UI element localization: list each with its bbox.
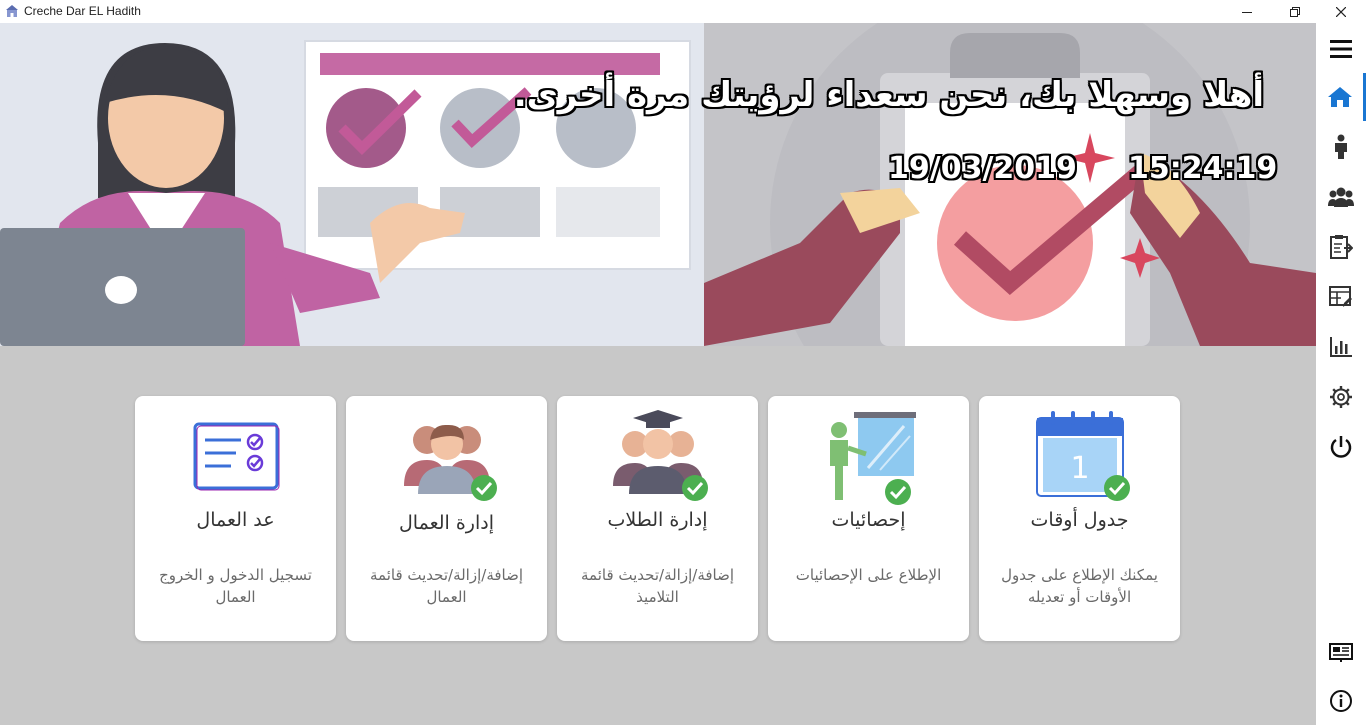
card-description: إضافة/إزالة/تحديث قائمة التلاميذ [580,566,735,606]
card-workers-management[interactable]: إدارة العمال إضافة/إزالة/تحديث قائمة الع… [346,396,547,641]
sidebar-item-logout[interactable] [1316,423,1366,471]
workers-icon [403,424,497,501]
menu-button[interactable] [1316,25,1366,73]
card-title: عد العمال [196,509,275,531]
checklist-icon [193,422,279,491]
app-logo-icon [6,5,18,17]
card-description: الإطلاع على الإحصائيات [795,566,942,584]
card-description: إضافة/إزالة/تحديث قائمة العمال [369,566,524,606]
settings-icon [1330,386,1352,408]
restore-button[interactable] [1272,0,1318,23]
calendar-icon: 1 [1035,411,1130,501]
sidebar-item-home[interactable] [1316,73,1366,121]
presentation-board-icon [1329,643,1353,662]
current-time: 15:24:19 [1128,151,1278,186]
card-title: إدارة العمال [399,512,494,534]
child-icon [1335,134,1347,159]
close-icon [1336,6,1346,17]
sidebar-item-board[interactable] [1316,629,1366,677]
home-icon [1327,87,1352,107]
power-icon [1330,436,1352,458]
card-schedule[interactable]: 1 جدول أوقات يمكنك الإطلاع على جدول الأو… [979,396,1180,641]
card-title: جدول أوقات [1030,509,1129,531]
presentation-icon [829,412,916,505]
hero-illustration [0,23,1316,346]
close-button[interactable] [1318,0,1364,23]
chart-icon [1330,337,1352,357]
group-icon [1328,187,1354,207]
minimize-icon [1242,11,1252,13]
minimize-button[interactable] [1224,0,1270,23]
card-description: تسجيل الدخول و الخروج العمال [159,566,312,606]
hero-banner: أهلا وسهلا بك، نحن سعداء لرؤيتك مرة أخرى… [0,23,1316,346]
restore-icon [1290,6,1300,17]
window-title: Creche Dar EL Hadith [24,4,141,18]
card-title: إحصائيات [831,509,906,531]
sidebar-item-attendance[interactable] [1316,223,1366,271]
clipboard-icon [1330,235,1353,259]
menu-icon [1330,40,1352,58]
sidebar-item-about[interactable] [1316,677,1366,725]
sidebar-nav [1316,23,1366,725]
card-description: يمكنك الإطلاع على جدول الأوقات أو تعديله [1001,566,1158,606]
card-worker-attendance[interactable]: عد العمال تسجيل الدخول و الخروج العمال [135,396,336,641]
card-students-management[interactable]: إدارة الطلاب إضافة/إزالة/تحديث قائمة الت… [557,396,758,641]
card-title: إدارة الطلاب [607,509,708,531]
title-bar: Creche Dar EL Hadith [0,0,1366,23]
sidebar-item-groups[interactable] [1316,173,1366,221]
welcome-message: أهلا وسهلا بك، نحن سعداء لرؤيتك مرة أخرى… [513,75,1264,115]
current-date: 19/03/2019 [888,151,1077,186]
info-icon [1330,690,1352,712]
svg-text:1: 1 [1070,451,1089,486]
schedule-edit-icon [1329,286,1352,307]
sidebar-item-schedule[interactable] [1316,273,1366,321]
card-statistics[interactable]: إحصائيات الإطلاع على الإحصائيات [768,396,969,641]
sidebar-item-settings[interactable] [1316,373,1366,421]
sidebar-item-children[interactable] [1316,123,1366,171]
students-icon [612,410,708,501]
sidebar-item-statistics[interactable] [1316,323,1366,371]
